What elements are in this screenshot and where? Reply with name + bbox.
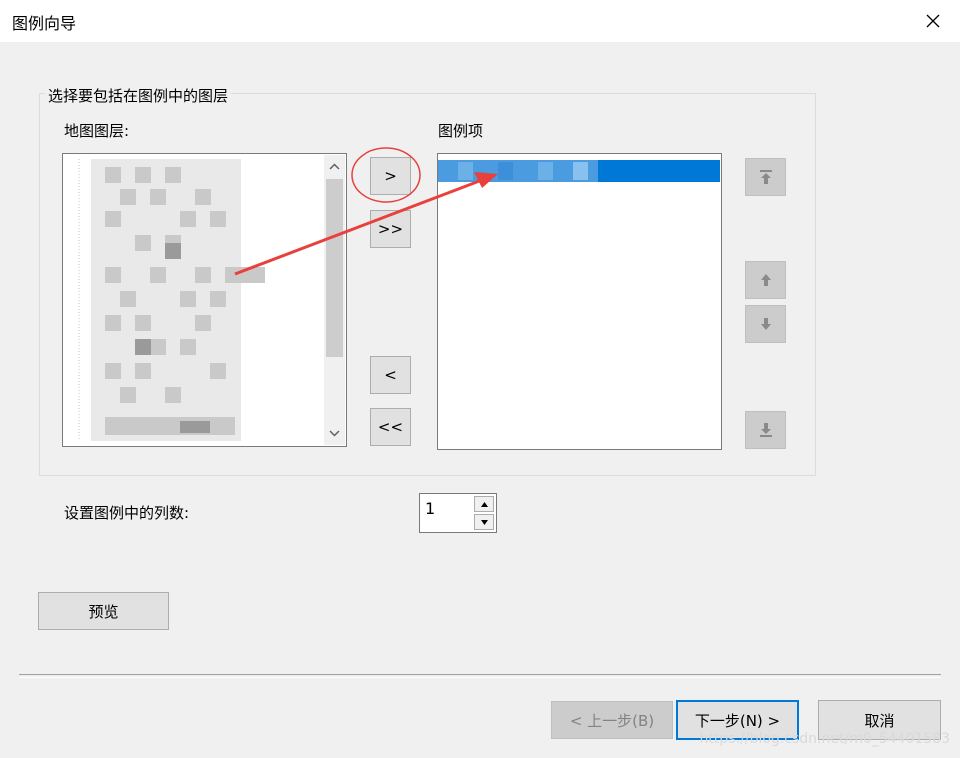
footer-separator xyxy=(19,674,941,678)
annotation-arrow xyxy=(234,178,483,276)
spin-up-icon xyxy=(480,501,488,507)
watermark: https://blog.csdn.net/m0_54401583 xyxy=(699,731,950,747)
annotation-arrowhead xyxy=(474,172,498,188)
spin-down-button[interactable] xyxy=(474,514,494,530)
back-button[interactable]: < 上一步(B) xyxy=(551,701,673,739)
spin-down-icon xyxy=(480,519,488,525)
preview-button[interactable]: 预览 xyxy=(38,592,169,630)
spin-up-button[interactable] xyxy=(474,496,494,512)
columns-spinbox[interactable]: 1 xyxy=(419,493,497,533)
columns-value[interactable]: 1 xyxy=(425,499,435,518)
annotation-overlay xyxy=(234,147,498,276)
columns-label: 设置图例中的列数: xyxy=(64,504,190,522)
annotation-circle xyxy=(351,147,421,203)
